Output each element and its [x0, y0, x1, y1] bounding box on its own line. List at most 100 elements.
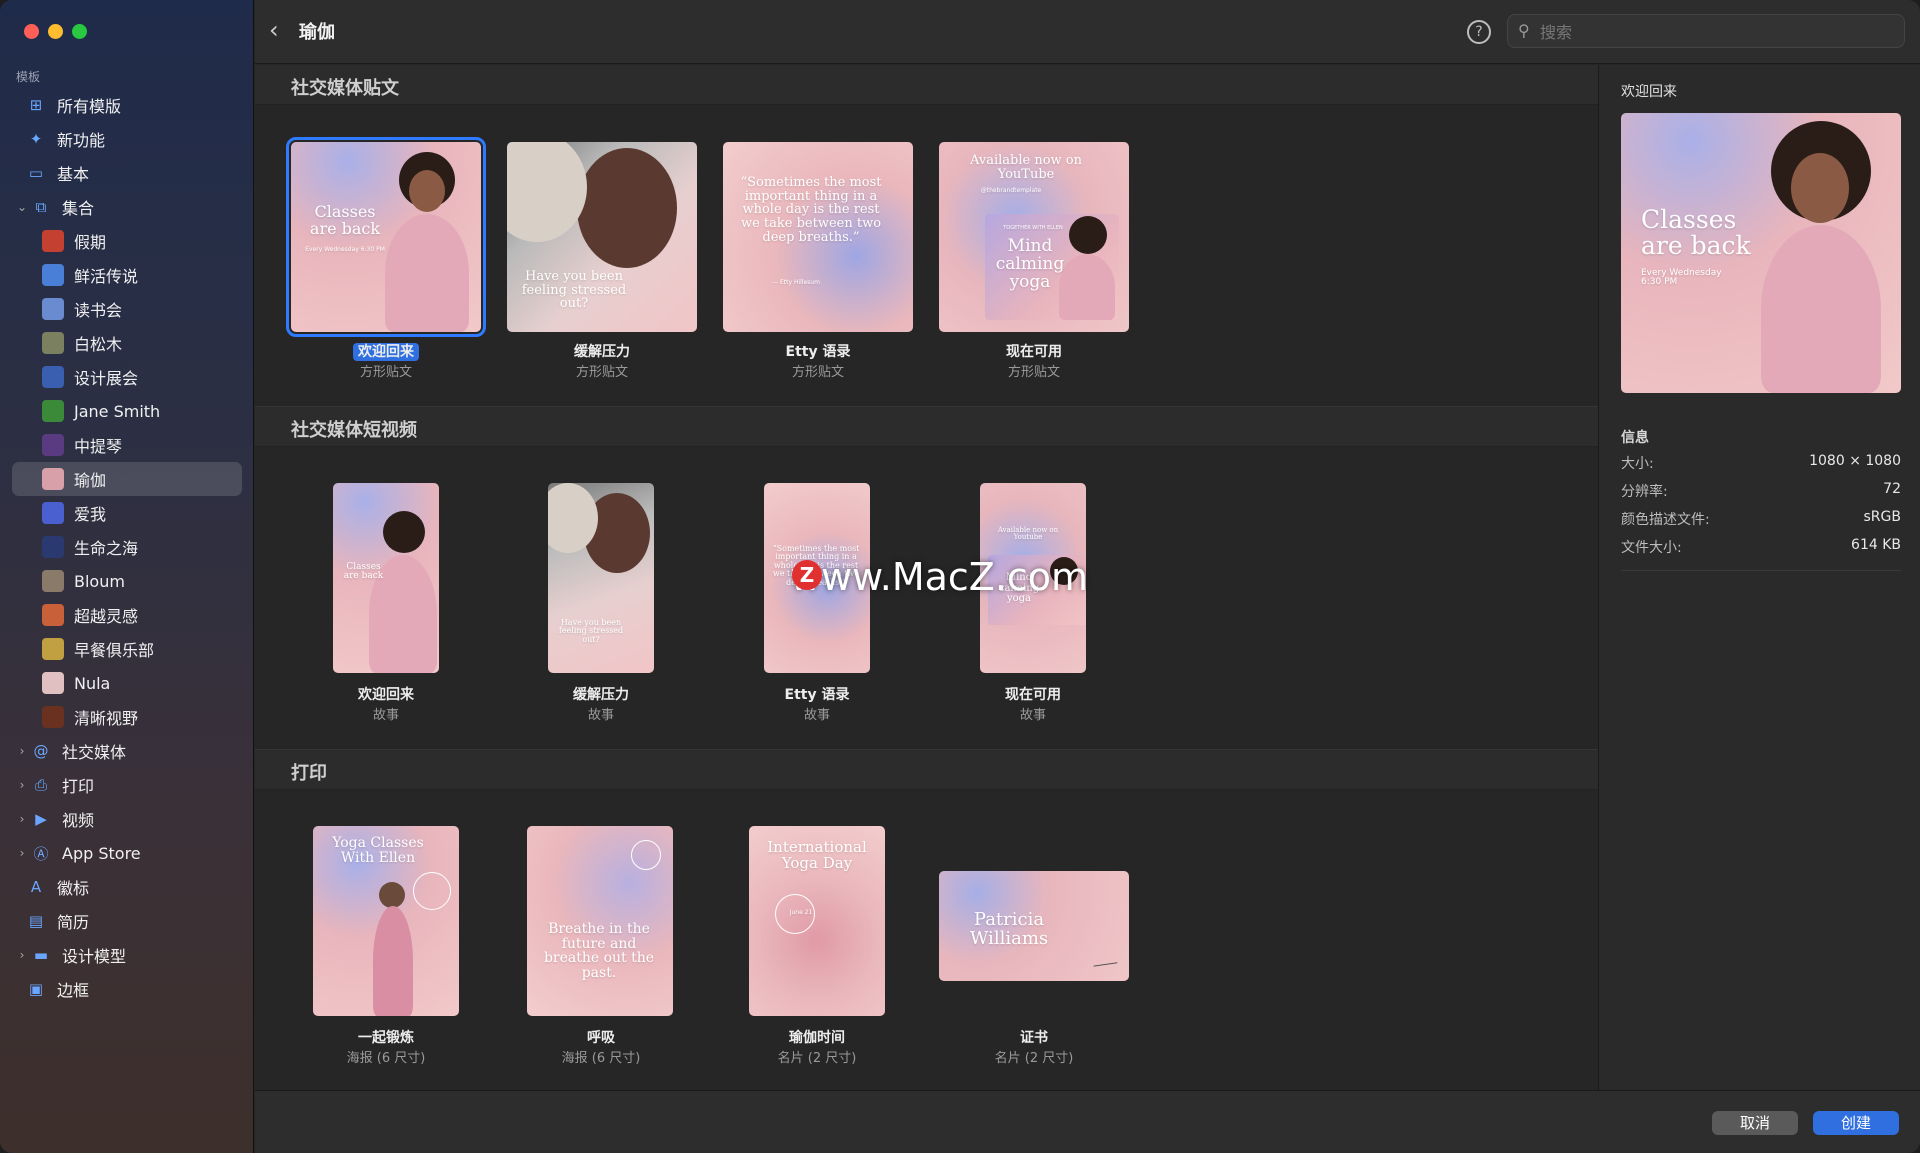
- minimize-window-button[interactable]: [48, 24, 63, 39]
- sidebar-item[interactable]: ▤ 简历: [12, 904, 242, 938]
- template-thumbnail[interactable]: “Sometimes the most important thing in a…: [723, 142, 913, 332]
- printer-icon: ⎙: [34, 776, 47, 794]
- card-title: Etty 语录: [785, 344, 851, 360]
- sidebar-item-label: Bloum: [74, 571, 125, 591]
- template-thumbnail[interactable]: International Yoga Day June 21: [749, 826, 885, 1016]
- thumbnail-headline: Classes are back: [343, 562, 384, 582]
- sidebar-item-label: 边框: [57, 981, 90, 1000]
- chevron-right-icon[interactable]: ›: [17, 812, 27, 826]
- card-subtitle: 方形贴文: [1007, 365, 1060, 380]
- sidebar-item[interactable]: ▣ 边框: [12, 972, 242, 1006]
- preview-headline: Classes are back: [1641, 205, 1751, 261]
- person-body: [1059, 254, 1115, 320]
- person-body: [385, 214, 469, 332]
- browser-window-icon: ▭: [28, 164, 44, 182]
- thumbnail-inset-photo: TOGETHER WITH ELLEN Mind calming yoga: [985, 214, 1119, 320]
- card-title: 呼吸: [587, 1030, 615, 1046]
- sidebar-item[interactable]: › Ⓐ App Store: [12, 836, 242, 870]
- chevron-right-icon[interactable]: ›: [17, 846, 27, 860]
- info-row-color-profile: 颜色描述文件: sRGB: [1621, 509, 1901, 528]
- display-icon: ▬: [33, 946, 49, 964]
- page-title: 瑜伽: [299, 22, 335, 43]
- chevron-down-icon[interactable]: ⌄: [17, 200, 27, 214]
- template-thumbnail[interactable]: Have you been feeling stressed out?: [548, 483, 654, 673]
- info-row-size: 大小: 1080 × 1080: [1621, 453, 1901, 472]
- thumbnail-headline: Available now on Youtube: [997, 526, 1059, 542]
- sidebar-item[interactable]: 读书会: [12, 292, 242, 326]
- sidebar-item[interactable]: 假期: [12, 224, 242, 258]
- help-icon[interactable]: ?: [1467, 20, 1491, 44]
- sidebar-item[interactable]: Nula: [12, 666, 242, 700]
- collection-thumbnail-icon: [42, 230, 64, 252]
- sidebar-item[interactable]: 爱我: [12, 496, 242, 530]
- sidebar-item[interactable]: ⌄ ⧉ 集合: [12, 190, 242, 224]
- thumbnail-headline: Patricia Williams: [969, 909, 1049, 949]
- sidebar-item[interactable]: › ▶ 视频: [12, 802, 242, 836]
- search-input[interactable]: [1540, 21, 1890, 43]
- search-field[interactable]: ⚲: [1507, 14, 1905, 48]
- sidebar: 模板 ⊞ 所有模版 ✦ 新功能 ▭ 基本 ⌄ ⧉ 集合 假期 鲜活传说 读书会 白松木 设计展会 Jane …: [0, 0, 254, 1153]
- sidebar-item[interactable]: › @ 社交媒体: [12, 734, 242, 768]
- template-thumbnail[interactable]: Yoga Classes With Ellen: [313, 826, 459, 1016]
- sidebar-item[interactable]: 超越灵感: [12, 598, 242, 632]
- sidebar-item[interactable]: ⊞ 所有模版: [12, 88, 242, 122]
- info-row-resolution: 分辨率: 72: [1621, 481, 1901, 500]
- template-thumbnail[interactable]: Classes are back Every Wednesday 6:30 PM: [286, 137, 486, 337]
- watermark-badge: Z: [792, 560, 822, 590]
- collection-thumbnail-icon: [42, 672, 64, 694]
- card-title: 现在可用: [1006, 344, 1062, 360]
- person-face: [1791, 153, 1849, 223]
- search-icon: ⚲: [1518, 21, 1530, 40]
- sidebar-item[interactable]: 早餐俱乐部: [12, 632, 242, 666]
- sidebar-item[interactable]: Bloum: [12, 564, 242, 598]
- collection-thumbnail-icon: [42, 706, 64, 728]
- sidebar-item-label: 白松木: [74, 335, 123, 354]
- sidebar-item[interactable]: 设计展会: [12, 360, 242, 394]
- sidebar-item[interactable]: › ⎙ 打印: [12, 768, 242, 802]
- close-window-button[interactable]: [24, 24, 39, 39]
- card-title: 瑜伽时间: [789, 1030, 845, 1046]
- template-thumbnail[interactable]: Have you been feeling stressed out?: [507, 142, 697, 332]
- sidebar-item[interactable]: 中提琴: [12, 428, 242, 462]
- card-subtitle: 海报 (6 尺寸): [346, 1051, 426, 1066]
- card-subtitle: 故事: [1019, 708, 1046, 723]
- at-sign-icon: @: [33, 742, 49, 760]
- create-button[interactable]: 创建: [1813, 1111, 1899, 1135]
- back-chevron-icon[interactable]: ‹: [269, 16, 279, 44]
- watermark-text: www.MacZ.com: [790, 555, 1089, 599]
- collection-thumbnail-icon: [42, 434, 64, 456]
- sidebar-item[interactable]: Jane Smith: [12, 394, 242, 428]
- zoom-window-button[interactable]: [72, 24, 87, 39]
- sidebar-item[interactable]: ▭ 基本: [12, 156, 242, 190]
- sidebar-item-label: 假期: [74, 233, 107, 252]
- sidebar-item[interactable]: 鲜活传说: [12, 258, 242, 292]
- card-subtitle: 方形贴文: [791, 365, 844, 380]
- sidebar-item[interactable]: 白松木: [12, 326, 242, 360]
- template-thumbnail[interactable]: Available now on YouTube @thebrandtempla…: [939, 142, 1129, 332]
- sidebar-item[interactable]: ✦ 新功能: [12, 122, 242, 156]
- sidebar-item[interactable]: 瑜伽: [12, 462, 242, 496]
- sidebar-item-label: Nula: [74, 673, 111, 693]
- template-thumbnail[interactable]: Classes are back: [333, 483, 439, 673]
- sidebar-item[interactable]: 清晰视野: [12, 700, 242, 734]
- sidebar-item[interactable]: › ▬ 设计模型: [12, 938, 242, 972]
- sidebar-item[interactable]: 生命之海: [12, 530, 242, 564]
- collection-thumbnail-icon: [42, 604, 64, 626]
- thumbnail-handle: @thebrandtemplate: [980, 187, 1042, 194]
- sidebar-item-label: 早餐俱乐部: [74, 641, 155, 660]
- template-thumbnail[interactable]: Breathe in the future and breathe out th…: [527, 826, 673, 1016]
- sidebar-item-label: 社交媒体: [62, 743, 127, 762]
- sidebar-item-label: 集合: [62, 199, 95, 218]
- sidebar-item-label: 打印: [62, 777, 95, 796]
- thumbnail-headline: Available now on YouTube: [970, 153, 1082, 182]
- person-face: [577, 148, 677, 268]
- chevron-right-icon[interactable]: ›: [17, 744, 27, 758]
- section-header-print: 打印: [255, 750, 1598, 790]
- chevron-right-icon[interactable]: ›: [17, 948, 27, 962]
- collection-thumbnail-icon: [42, 502, 64, 524]
- template-thumbnail[interactable]: Patricia Williams: [939, 871, 1129, 981]
- chevron-right-icon[interactable]: ›: [17, 778, 27, 792]
- sidebar-item-label: 新功能: [57, 131, 106, 150]
- sidebar-item[interactable]: A 徽标: [12, 870, 242, 904]
- cancel-button[interactable]: 取消: [1712, 1111, 1798, 1135]
